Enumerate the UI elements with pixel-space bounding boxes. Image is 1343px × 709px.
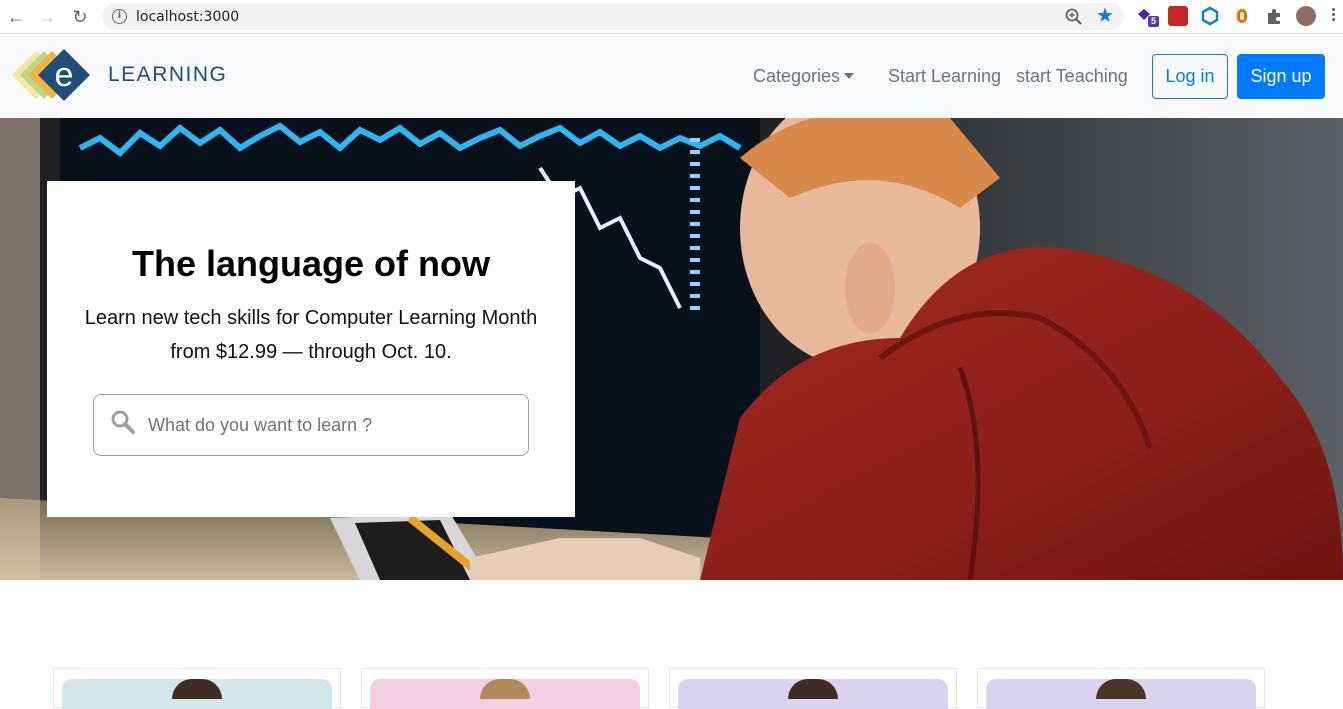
course-card[interactable] xyxy=(361,668,649,709)
course-card[interactable] xyxy=(669,668,957,709)
extensions-puzzle-icon[interactable] xyxy=(1264,6,1284,26)
hero-subtitle: Learn new tech skills for Computer Learn… xyxy=(84,307,538,363)
course-thumbnail xyxy=(986,679,1256,709)
course-card[interactable] xyxy=(977,668,1265,709)
course-thumbnail xyxy=(678,679,948,709)
browser-toolbar: ← → ↻ i localhost:3000 ★ 5 xyxy=(0,0,1343,34)
browser-menu-icon[interactable] xyxy=(1330,6,1336,26)
search-input[interactable] xyxy=(148,411,508,439)
info-icon[interactable]: i xyxy=(112,9,127,24)
course-thumbnail xyxy=(62,679,332,709)
reload-icon[interactable]: ↻ xyxy=(69,6,91,28)
back-arrow-icon[interactable]: ← xyxy=(5,6,27,28)
categories-label: Categories xyxy=(753,66,841,86)
signup-button[interactable]: Sign up xyxy=(1237,54,1325,99)
extension-cube-icon[interactable] xyxy=(1200,6,1220,26)
hero-banner: The language of now Learn new tech skill… xyxy=(0,118,1343,580)
hero-title: The language of now xyxy=(132,243,490,284)
caret-down-icon xyxy=(844,73,855,79)
extension-gem-icon[interactable]: 5 xyxy=(1136,6,1159,27)
course-card[interactable] xyxy=(53,668,341,709)
start-learning-link[interactable]: Start Learning xyxy=(888,66,1001,87)
course-thumbnail xyxy=(370,679,640,709)
start-teaching-link[interactable]: start Teaching xyxy=(1016,66,1128,87)
search-icon xyxy=(111,410,135,434)
site-logo[interactable]: e LEARNING xyxy=(10,47,240,103)
extension-shield-icon[interactable] xyxy=(1232,6,1252,26)
address-bar[interactable]: i localhost:3000 ★ xyxy=(102,3,1124,30)
profile-avatar[interactable] xyxy=(1296,6,1316,26)
bookmark-star-icon[interactable]: ★ xyxy=(1096,4,1114,28)
logo-letter: e xyxy=(55,56,74,94)
url-text[interactable]: localhost:3000 xyxy=(136,9,239,25)
extension-badge: 5 xyxy=(1148,16,1159,27)
login-button[interactable]: Log in xyxy=(1152,54,1228,99)
categories-dropdown[interactable]: Categories xyxy=(753,66,855,87)
logo-text: LEARNING xyxy=(108,63,228,86)
logo-diamond-icon: e xyxy=(12,49,90,101)
forward-arrow-icon[interactable]: → xyxy=(36,6,58,28)
search-box[interactable] xyxy=(93,394,529,456)
zoom-icon[interactable] xyxy=(1064,7,1084,27)
extension-red-icon[interactable] xyxy=(1168,6,1188,26)
site-navbar: e LEARNING Categories Start Learning sta… xyxy=(0,35,1343,118)
hero-card: The language of now Learn new tech skill… xyxy=(47,181,575,517)
